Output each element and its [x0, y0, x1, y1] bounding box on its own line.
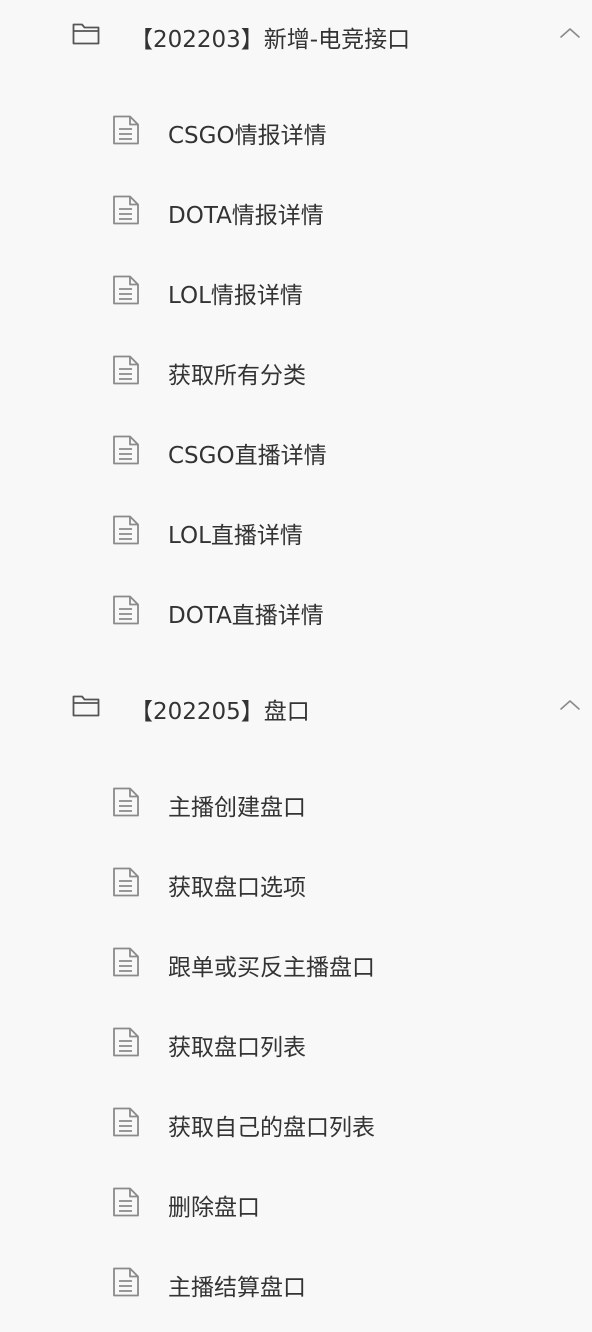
folder-group: 【202203】新增-电竞接口 CSGO情报详情 DOTA情报详情 LOL情报详…	[0, 0, 592, 629]
chevron-up-icon[interactable]	[558, 26, 582, 40]
api-item[interactable]: LOL情报详情	[0, 252, 592, 332]
document-icon	[113, 355, 139, 385]
api-item[interactable]: CSGO直播详情	[0, 412, 592, 492]
folder-group: 【202205】盘口 主播创建盘口 获取盘口选项 跟单或买反主播盘口 获取盘口列…	[0, 672, 592, 1301]
api-item-label: 获取盘口列表	[168, 1035, 306, 1061]
folder-icon	[72, 695, 100, 717]
document-icon	[113, 275, 139, 305]
document-icon	[113, 1187, 139, 1217]
api-item[interactable]: DOTA直播详情	[0, 572, 592, 652]
document-icon	[113, 1267, 139, 1297]
document-icon	[113, 515, 139, 545]
api-item-label: CSGO直播详情	[168, 443, 327, 469]
document-icon	[113, 435, 139, 465]
api-item[interactable]: 主播结算盘口	[0, 1244, 592, 1324]
api-item[interactable]: 获取盘口选项	[0, 844, 592, 924]
api-item[interactable]: 跟单或买反主播盘口	[0, 924, 592, 1004]
api-item[interactable]: 获取盘口列表	[0, 1004, 592, 1084]
api-item-label: 获取自己的盘口列表	[168, 1115, 375, 1141]
document-icon	[113, 115, 139, 145]
folder-header[interactable]: 【202205】盘口	[0, 672, 592, 740]
api-item[interactable]: DOTA情报详情	[0, 172, 592, 252]
api-item-label: DOTA直播详情	[168, 603, 324, 629]
folder-title: 【202205】盘口	[130, 699, 310, 725]
api-item[interactable]: 删除盘口	[0, 1164, 592, 1244]
api-item[interactable]: 获取所有分类	[0, 332, 592, 412]
api-item-label: 获取所有分类	[168, 363, 306, 389]
api-item-label: DOTA情报详情	[168, 203, 324, 229]
document-icon	[113, 595, 139, 625]
api-item-label: 删除盘口	[168, 1195, 260, 1221]
folder-items: CSGO情报详情 DOTA情报详情 LOL情报详情 获取所有分类 CSGO直播详…	[0, 92, 592, 652]
api-item[interactable]: 获取自己的盘口列表	[0, 1084, 592, 1164]
api-item-label: 获取盘口选项	[168, 875, 306, 901]
folder-title: 【202203】新增-电竞接口	[130, 27, 411, 53]
document-icon	[113, 947, 139, 977]
chevron-up-icon[interactable]	[558, 698, 582, 712]
api-item-label: LOL直播详情	[168, 523, 303, 549]
api-item-label: CSGO情报详情	[168, 123, 327, 149]
document-icon	[113, 195, 139, 225]
api-item-label: LOL情报详情	[168, 283, 303, 309]
folder-header[interactable]: 【202203】新增-电竞接口	[0, 0, 592, 68]
api-item[interactable]: CSGO情报详情	[0, 92, 592, 172]
api-item-label: 跟单或买反主播盘口	[168, 955, 375, 981]
api-tree-sidebar: 【202203】新增-电竞接口 CSGO情报详情 DOTA情报详情 LOL情报详…	[0, 0, 592, 1332]
document-icon	[113, 1107, 139, 1137]
document-icon	[113, 787, 139, 817]
document-icon	[113, 867, 139, 897]
folder-icon	[72, 23, 100, 45]
api-item-label: 主播结算盘口	[168, 1275, 306, 1301]
api-item[interactable]: 主播创建盘口	[0, 764, 592, 844]
folder-items: 主播创建盘口 获取盘口选项 跟单或买反主播盘口 获取盘口列表 获取自己的盘口列表…	[0, 764, 592, 1324]
document-icon	[113, 1027, 139, 1057]
api-item-label: 主播创建盘口	[168, 795, 306, 821]
api-item[interactable]: LOL直播详情	[0, 492, 592, 572]
